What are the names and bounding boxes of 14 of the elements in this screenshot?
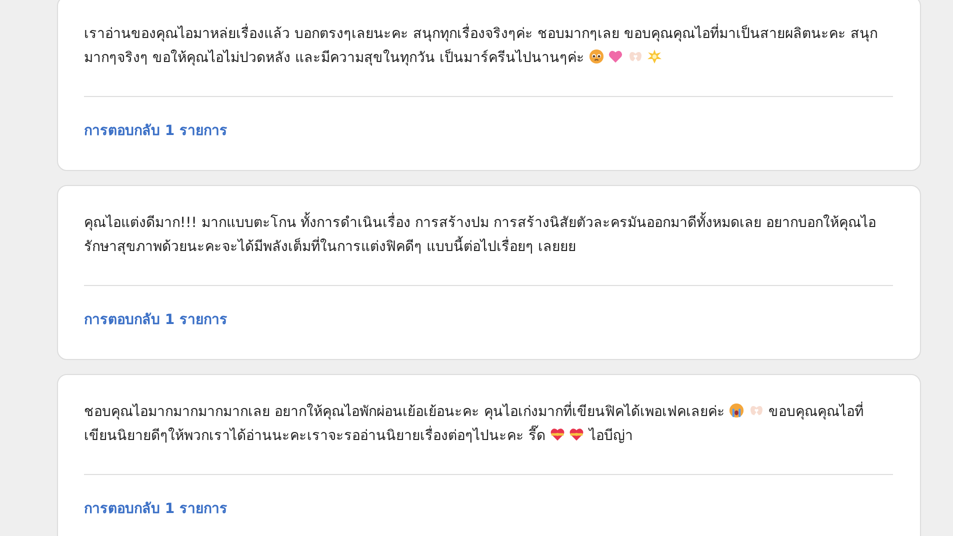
replies-link[interactable]: การตอบกลับ 1 รายการ bbox=[84, 119, 228, 143]
comment-text: ชอบคุณไอมากมากมากมากเลย อยากให้คุณไอพักผ่อนเย้อเย้อนะคะ คุนไอเก่งมากที่เขียนฟิคได้เพอเฟคเลยค่ะ ขอบคุณคุณไอที่เขียนนิยายดีๆให้พวกเราได้อ่านนะคะเราจะรออ่านนิยายเรื่องต่อๆไปนะคะ รี๊ด ไอบีญ่า bbox=[84, 400, 893, 448]
ribbon-heart-icon bbox=[569, 427, 584, 442]
comment-text: เราอ่านของคุณไอมาหล่ยเรื่องแล้ว บอกตรงๆเลยนะคะ สนุกทุกเรื่องจริงๆค่ะ ชอบมากๆเลย ขอบคุณคุณไอที่มาเป็นสายผลิตนะคะ สนุกมากๆจริงๆ ขอให้คุณไอไม่ปวดหลัง และมีความสุขในทุกวัน เป็นมาร์ครีนไปนานๆค่ะ bbox=[84, 22, 893, 70]
heart-hands-icon bbox=[628, 49, 643, 64]
sparkle-icon bbox=[647, 49, 662, 64]
pleading-face-icon bbox=[588, 49, 604, 64]
crying-face-icon bbox=[729, 403, 744, 418]
replies-link[interactable]: การตอบกลับ 1 รายการ bbox=[84, 497, 228, 521]
replies-link[interactable]: การตอบกลับ 1 รายการ bbox=[84, 308, 228, 332]
heart-hands-icon bbox=[748, 403, 764, 418]
comment-text: คุณไอแต่งดีมาก!!! มากแบบตะโกน ทั้งการดำเนินเรื่อง การสร้างปม การสร้างนิสัยตัวละครมันออกมาดีทั้งหมดเลย อยากบอกให้คุณไอรักษาสุขภาพด้วยนะคะจะได้มีพลังเต็มที่ในการแต่งฟิคดีๆ แบบนี้ต่อไปเรื่อยๆ เลยยย bbox=[84, 211, 893, 259]
heart-icon bbox=[608, 49, 624, 64]
ribbon-heart-icon bbox=[550, 427, 565, 442]
